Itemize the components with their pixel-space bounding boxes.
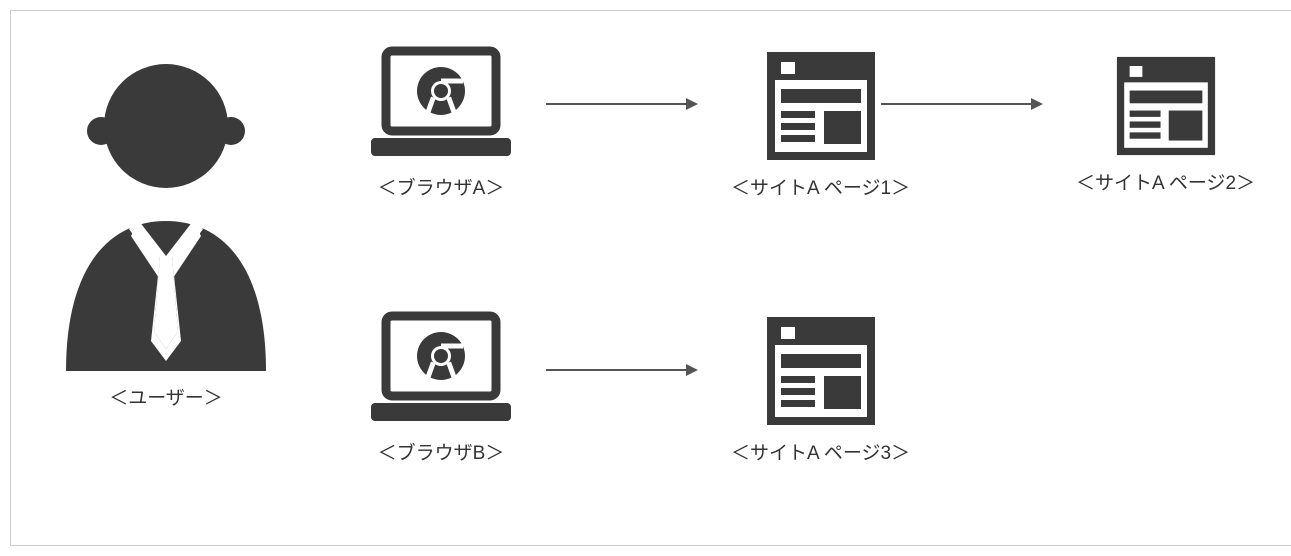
site-a-page1-label: ＜サイトA ページ1＞ (731, 173, 910, 200)
site-a-page3-node: ＜サイトA ページ3＞ (731, 316, 910, 465)
site-a-page2-label: ＜サイトA ページ2＞ (1076, 168, 1255, 195)
site-a-page1-node: ＜サイトA ページ1＞ (731, 51, 910, 200)
site-a-page3-label: ＜サイトA ページ3＞ (731, 438, 910, 465)
arrow-page1-to-page2 (881, 103, 1041, 105)
user-icon (51, 41, 281, 371)
arrow-browser-b-to-page3 (546, 369, 696, 371)
browser-b-label: ＜ブラウザB＞ (378, 438, 505, 465)
user-node: ＜ユーザー＞ (51, 41, 281, 410)
site-a-page2-node: ＜サイトA ページ2＞ (1076, 56, 1255, 195)
arrow-browser-a-to-page1 (546, 103, 696, 105)
browser-a-label: ＜ブラウザA＞ (378, 173, 505, 200)
laptop-chrome-icon (366, 46, 516, 161)
browser-b-node: ＜ブラウザB＞ (366, 311, 516, 465)
laptop-chrome-icon (366, 311, 516, 426)
webpage-icon (766, 51, 876, 161)
diagram-container: ＜ユーザー＞ ＜ブラウザA＞ (10, 10, 1291, 546)
webpage-icon (1116, 56, 1216, 156)
browser-a-node: ＜ブラウザA＞ (366, 46, 516, 200)
user-label: ＜ユーザー＞ (109, 383, 223, 410)
webpage-icon (766, 316, 876, 426)
